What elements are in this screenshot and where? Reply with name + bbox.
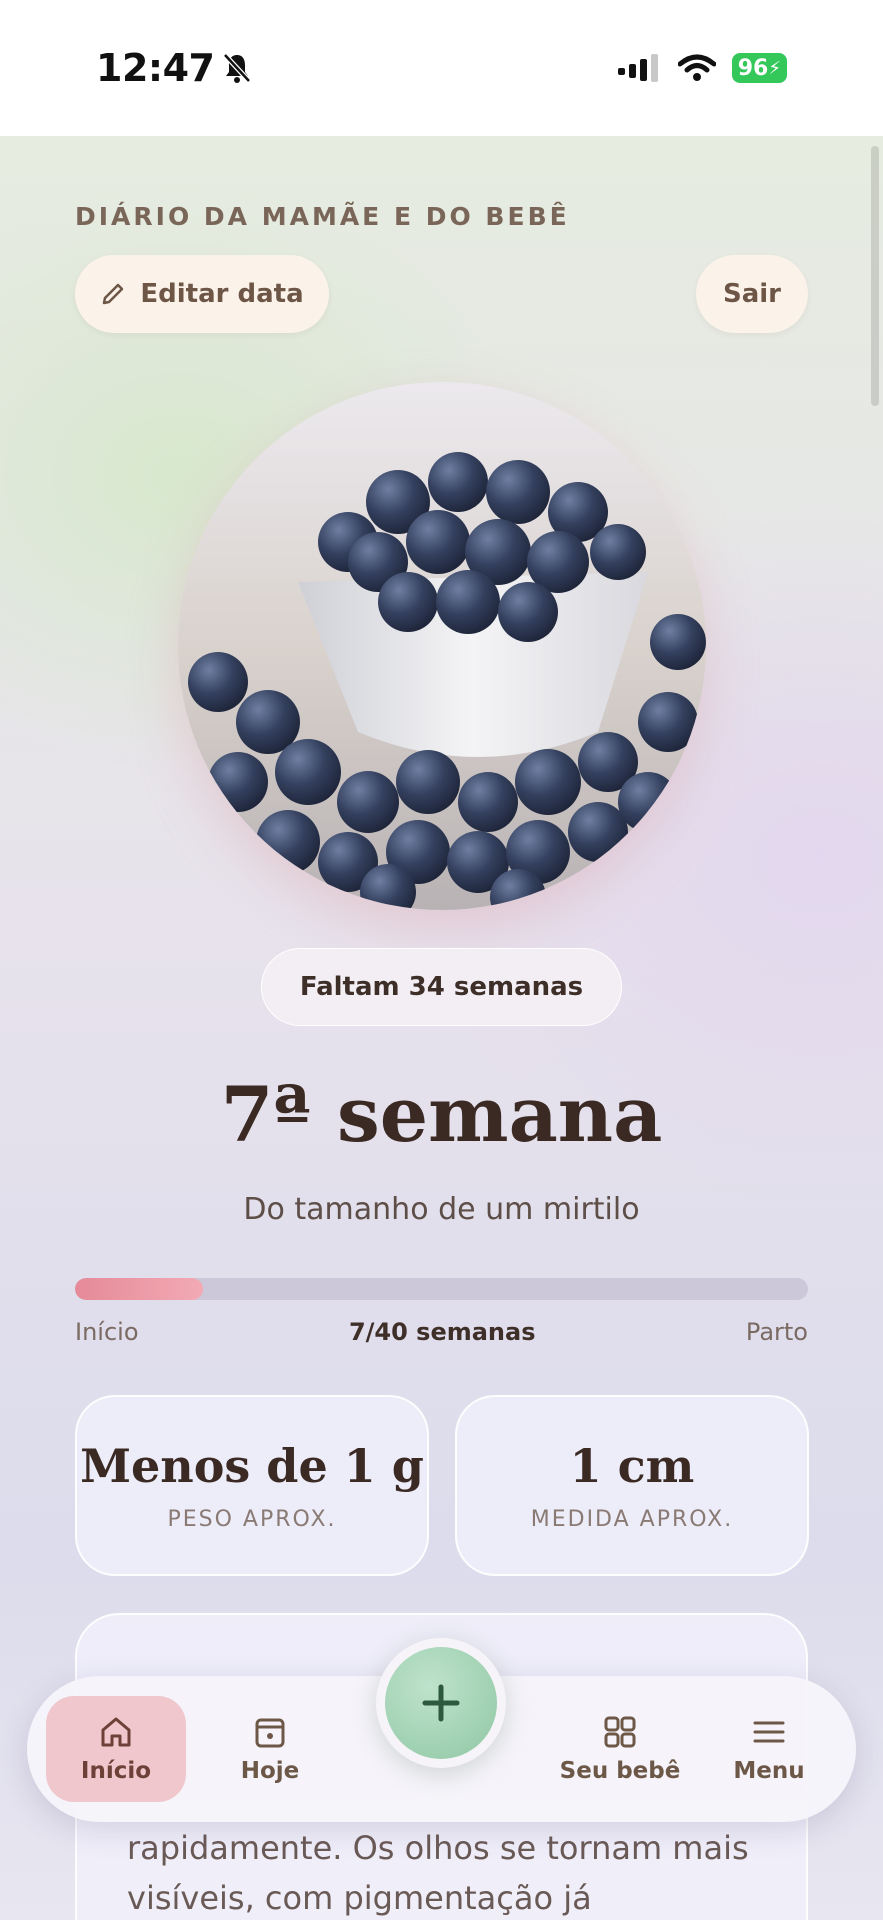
nav-item-menu[interactable]: Menu [699,1696,839,1802]
grid-icon [604,1716,636,1748]
time-text: 12:47 [96,46,215,90]
nav-item-inicio[interactable]: Início [46,1696,186,1802]
calendar-icon [255,1718,285,1748]
weight-card: Menos de 1 g PESO APROX. [75,1395,429,1576]
progress-fill [75,1278,204,1300]
status-bar: 12:47 96 ⚡ [0,0,883,136]
status-time: 12:47 [96,46,252,90]
wifi-icon [677,54,716,81]
nav-label-inicio: Início [80,1758,152,1784]
weeks-remaining-text: Faltam 34 semanas [299,972,584,1002]
blueberries-image [178,382,706,910]
development-text: rapidamente. Os olhos se tornam mais vis… [127,1829,749,1917]
battery-icon: 96 ⚡ [731,53,787,83]
progress-start-label: Início [75,1318,139,1346]
home-icon [101,1717,131,1747]
nav-label-seu-bebe: Seu bebê [559,1758,681,1784]
signal-icon [617,54,658,82]
week-title: 7ª semana [220,1070,663,1159]
app-title: DIÁRIO DA MAMÃE E DO BEBÊ [75,202,570,231]
add-entry-button[interactable] [376,1638,506,1768]
logout-button[interactable]: Sair [696,255,808,333]
bell-slash-icon [223,53,252,83]
progress-center-label: 7/40 semanas [348,1318,536,1346]
add-entry-button-inner[interactable] [385,1647,497,1759]
home-screen[interactable]: DIÁRIO DA MAMÃE E DO BEBÊ Editar data Sa… [0,136,883,1920]
status-icons: 96 ⚡ [617,53,787,83]
nav-item-seu-bebe[interactable]: Seu bebê [535,1696,705,1802]
weeks-remaining-badge: Faltam 34 semanas [261,948,622,1026]
progress-end-label: Parto [745,1318,808,1346]
weight-value: Menos de 1 g [80,1439,424,1493]
nav-label-hoje: Hoje [240,1758,300,1784]
progress-labels: Início 7/40 semanas Parto [75,1318,808,1346]
logout-label: Sair [722,279,781,309]
length-label: MEDIDA APROX. [530,1507,734,1532]
pregnancy-progress-bar [75,1278,808,1300]
nav-label-menu: Menu [733,1758,805,1784]
nav-item-hoje[interactable]: Hoje [200,1696,340,1802]
size-comparison: Do tamanho de um mirtilo [243,1192,640,1227]
plus-icon [422,1684,460,1722]
length-value: 1 cm [569,1439,695,1493]
weight-label: PESO APROX. [167,1507,337,1532]
pencil-icon [103,283,124,305]
battery-level: 96 [737,55,769,81]
fruit-comparison-image [178,382,706,910]
edit-date-button[interactable]: Editar data [75,255,329,333]
menu-icon [753,1721,785,1743]
scrollbar[interactable] [871,146,879,406]
length-card: 1 cm MEDIDA APROX. [455,1395,809,1576]
edit-date-label: Editar data [140,279,304,309]
